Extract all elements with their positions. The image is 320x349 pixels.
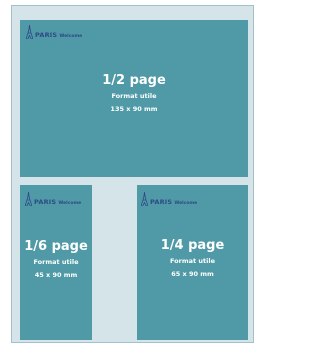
format-label: Format utile [111, 92, 157, 100]
eiffel-tower-icon [26, 25, 33, 39]
logo-paris-text: PARIS [34, 197, 57, 206]
logo-welcome-text: Welcome [59, 33, 83, 39]
format-label: Format utile [170, 257, 215, 265]
logo-welcome-text: Welcome [58, 200, 82, 206]
magazine-page-layout: PARIS Welcome 1/2 page Format utile 135 … [11, 5, 254, 343]
ad-info: 1/4 page Format utile 65 x 90 mm [137, 238, 248, 279]
ad-size-title: 1/4 page [160, 238, 225, 253]
paris-welcome-logo: PARIS Welcome [26, 25, 82, 39]
ad-dimensions: 45 x 90 mm [34, 271, 78, 279]
logo-paris-text: PARIS [35, 30, 58, 39]
paris-welcome-logo: PARIS Welcome [141, 192, 197, 206]
sixth-page-ad: PARIS Welcome 1/6 page Format utile 45 x… [20, 185, 92, 340]
ad-dimensions: 65 x 90 mm [171, 270, 214, 278]
format-label: Format utile [33, 258, 79, 266]
ad-size-title: 1/6 page [24, 239, 88, 254]
eiffel-tower-icon [25, 192, 32, 206]
eiffel-tower-icon [141, 192, 148, 206]
ad-dimensions: 135 x 90 mm [110, 105, 158, 113]
ad-info: 1/6 page Format utile 45 x 90 mm [20, 239, 92, 280]
ad-size-title: 1/2 page [102, 73, 166, 88]
half-page-ad: PARIS Welcome 1/2 page Format utile 135 … [20, 20, 248, 177]
paris-welcome-logo: PARIS Welcome [25, 192, 81, 206]
ad-info: 1/2 page Format utile 135 x 90 mm [20, 73, 248, 114]
logo-welcome-text: Welcome [174, 200, 198, 206]
quarter-page-ad: PARIS Welcome 1/4 page Format utile 65 x… [137, 185, 248, 340]
logo-paris-text: PARIS [150, 197, 173, 206]
